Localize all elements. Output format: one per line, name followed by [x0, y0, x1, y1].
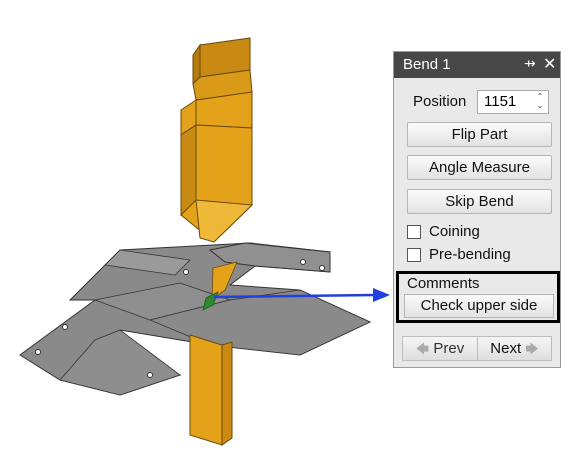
- panel-title-bar: Bend 1 ⇸ ✕: [394, 52, 560, 78]
- angle-measure-button[interactable]: Angle Measure: [407, 155, 552, 180]
- position-value: 1151: [484, 93, 517, 110]
- pre-bending-label: Pre-bending: [429, 246, 511, 263]
- upper-punch-tool: [180, 37, 254, 243]
- arrow-right-icon: 🡆: [525, 341, 539, 356]
- panel-title: Bend 1: [403, 56, 451, 73]
- coining-label: Coining: [429, 223, 480, 240]
- lower-die-tool: [189, 334, 233, 446]
- position-stepper[interactable]: 1151 ⌃ ⌄: [477, 90, 549, 114]
- bend-navigation: 🡄 Prev Next 🡆: [402, 336, 552, 361]
- pin-icon[interactable]: ⇸: [524, 55, 536, 72]
- next-label: Next: [490, 340, 522, 357]
- close-icon[interactable]: ✕: [543, 54, 556, 74]
- position-label: Position: [413, 93, 467, 110]
- skip-bend-button[interactable]: Skip Bend: [407, 189, 552, 214]
- prev-label: Prev: [433, 340, 465, 357]
- coining-checkbox[interactable]: [407, 225, 421, 239]
- check-upper-side-button[interactable]: Check upper side: [404, 294, 554, 318]
- bend-panel: Bend 1 ⇸ ✕ Position 1151 ⌃ ⌄ Flip Part An…: [393, 51, 561, 368]
- next-button[interactable]: Next 🡆: [478, 337, 551, 360]
- pre-bending-checkbox[interactable]: [407, 248, 421, 262]
- flip-part-button[interactable]: Flip Part: [407, 122, 552, 147]
- stepper-arrows-icon[interactable]: ⌃ ⌄: [534, 92, 546, 110]
- comments-label: Comments: [407, 275, 480, 292]
- comments-section: Comments Check upper side: [396, 271, 560, 323]
- arrow-left-icon: 🡄: [415, 341, 430, 356]
- prev-button[interactable]: 🡄 Prev: [403, 337, 478, 360]
